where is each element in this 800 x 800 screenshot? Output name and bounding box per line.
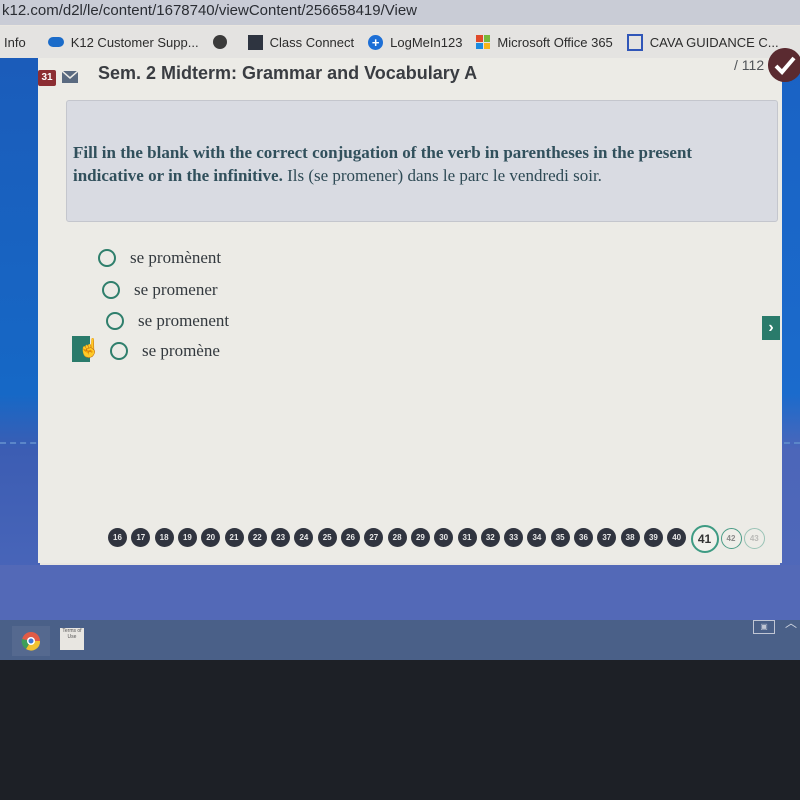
question-nav-20[interactable]: 20 [201,528,221,547]
question-nav-36[interactable]: 36 [574,528,593,547]
bookmark-info[interactable]: Info [4,35,26,50]
question-nav-29[interactable]: 29 [410,528,430,547]
next-question-button[interactable]: › [762,316,780,340]
logmein-plus-icon: + [368,34,384,50]
prompt-sentence: Ils (se promener) dans le parc le vendre… [282,166,602,185]
question-nav-42[interactable]: 42 [720,528,742,549]
address-bar[interactable]: k12.com/d2l/le/content/1678740/viewConte… [0,0,800,25]
bookmarks-bar: Info K12 Customer Supp... Class Connect … [0,26,800,59]
answer-option[interactable]: se promènent [98,248,221,268]
option-label: se promener [134,280,218,299]
question-nav-35[interactable]: 35 [550,528,570,547]
quiz-header: 31 Sem. 2 Midterm: Grammar and Vocabular… [38,48,800,88]
bookmark-logmein123[interactable]: + LogMeIn123 [368,34,463,50]
radio-button[interactable] [106,312,124,330]
bookmark-label: Class Connect [269,34,355,50]
bookmark-label: Info [4,34,26,50]
page-background-left [0,58,40,618]
question-nav-41[interactable]: 41 [690,525,719,553]
question-nav-24[interactable]: 24 [294,528,314,547]
bookmark-label: LogMeIn123 [390,34,463,50]
quiz-title: Sem. 2 Midterm: Grammar and Vocabulary A [98,63,478,83]
taskbar-chrome[interactable] [12,626,50,656]
question-nav-32[interactable]: 32 [480,528,500,547]
bookmark-cava-guidance[interactable]: CAVA GUIDANCE C... [626,33,779,51]
globe-icon [212,35,227,49]
option-label: se promène [142,341,220,360]
question-nav-27[interactable]: 27 [364,528,384,547]
chevron-up-icon[interactable]: ︿ [785,614,797,631]
taskbar-terms-of-use[interactable]: Terms of Use [56,626,88,656]
class-connect-icon [247,34,263,50]
bookmark-office-365[interactable]: Microsoft Office 365 [476,34,613,50]
answer-option[interactable]: se promène [110,341,220,361]
question-nav-30[interactable]: 30 [434,528,454,547]
points-total: / 112 [734,57,765,73]
question-nav-37[interactable]: 37 [597,528,617,547]
question-nav-21[interactable]: 21 [224,528,244,547]
bookmark-label: CAVA GUIDANCE C... [649,34,779,50]
question-nav-25[interactable]: 25 [317,528,337,547]
bookmark-class-connect[interactable]: Class Connect [247,34,355,50]
radio-button[interactable] [110,342,128,360]
chrome-icon [12,626,50,656]
check-icon [768,48,800,82]
taskbar: Terms of Use [0,620,800,660]
bookmark-label: K12 Customer Supp... [70,34,199,50]
option-label: se promenent [138,311,230,330]
answer-option[interactable]: se promener [102,280,218,300]
bookmark-globe[interactable] [212,35,234,49]
screen: k12.com/d2l/le/content/1678740/viewConte… [0,0,800,660]
envelope-icon[interactable] [62,71,78,83]
question-nav-17[interactable]: 17 [131,528,151,547]
question-navigator: 16 17 18 19 20 21 22 23 24 25 26 27 28 29 30 31 32 33 34 35… [108,525,800,554]
answer-option[interactable]: se promenent [106,311,229,331]
question-nav-22[interactable]: 22 [247,528,267,547]
question-card: Fill in the blank with the correct conju… [66,100,778,222]
page-background-bottom [0,565,800,620]
document-icon: Terms of Use [60,628,84,650]
salesforce-cloud-icon [47,37,64,47]
radio-button[interactable] [98,249,116,267]
question-number-badge: 31 [38,70,56,86]
question-nav-33[interactable]: 33 [504,528,524,547]
question-nav-38[interactable]: 38 [620,528,640,547]
office-icon [476,35,491,49]
radio-button[interactable] [102,281,120,299]
bookmark-label: Microsoft Office 365 [497,34,613,50]
question-nav-23[interactable]: 23 [271,528,291,547]
bookmark-k12-customer-support[interactable]: K12 Customer Supp... [47,34,199,50]
question-prompt: Fill in the blank with the correct conju… [73,141,763,187]
question-nav-40[interactable]: 40 [667,528,687,547]
question-nav-19[interactable]: 19 [177,528,197,547]
question-nav-43[interactable]: 43 [743,528,765,549]
question-nav-26[interactable]: 26 [341,528,360,547]
quiz-panel: 31 Sem. 2 Midterm: Grammar and Vocabular… [38,48,800,563]
question-nav-39[interactable]: 39 [643,528,663,547]
question-nav-18[interactable]: 18 [154,528,174,547]
question-nav-31[interactable]: 31 [457,528,477,547]
layout-icon [626,33,643,51]
option-label: se promènent [130,248,222,267]
question-nav-16[interactable]: 16 [108,528,127,547]
hand-cursor-icon: ☝ [78,338,101,358]
tray-window-icon[interactable]: ▣ [753,620,775,634]
question-nav-28[interactable]: 28 [387,528,407,547]
question-nav-34[interactable]: 34 [527,528,547,547]
